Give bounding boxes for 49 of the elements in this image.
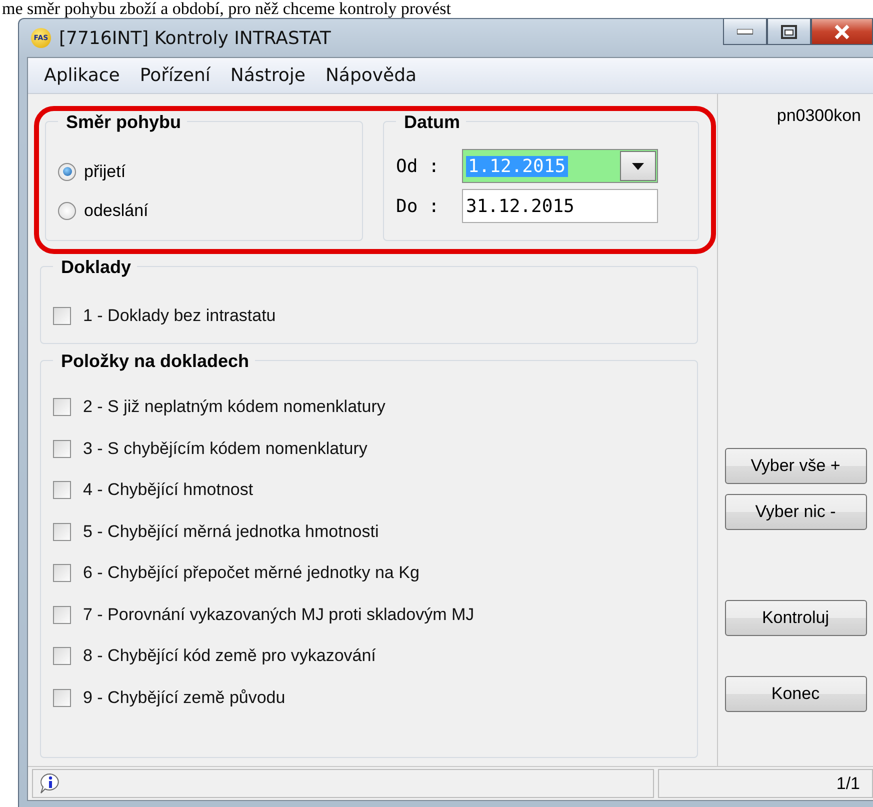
radio-option[interactable]: odeslání [58, 191, 352, 230]
maximize-button[interactable] [767, 19, 811, 45]
checkbox-row[interactable]: 5 - Chybějící měrná jednotka hmotnosti [53, 511, 687, 552]
checkbox-row[interactable]: 2 - S již neplatným kódem nomenklatury [53, 386, 687, 428]
info-icon [39, 772, 61, 794]
checkbox[interactable] [53, 564, 71, 582]
group-title: Položky na dokladech [53, 350, 256, 372]
caret-icon [632, 162, 644, 170]
maximize-icon [781, 24, 797, 38]
checkbox-row[interactable]: 9 - Chybějící země původu [53, 677, 687, 718]
radio-button[interactable] [58, 162, 76, 180]
checkbox[interactable] [53, 398, 71, 416]
to-label: Do : [396, 196, 440, 216]
radio-button[interactable] [58, 202, 76, 220]
caption-text: me směr pohybu zboží a období, pro něž chceme kontroly provést [1, 0, 452, 18]
window-title: [7716INT] Kontroly INTRASTAT [59, 28, 331, 48]
minimize-button[interactable] [723, 19, 767, 45]
checkbox-row[interactable]: 7 - Porovnání vykazovaných MJ proti skladovým MJ [53, 594, 687, 636]
checkbox-row[interactable]: 1 - Doklady bez intrastatu [53, 295, 687, 336]
checkbox-row[interactable]: 6 - Chybějící přepočet měrné jednotky na Kg [53, 552, 687, 594]
checkbox[interactable] [53, 306, 71, 325]
select-all-button[interactable]: Vyber vše + [724, 448, 866, 484]
page-counter: 1/1 [658, 769, 873, 798]
from-label: Od : [396, 156, 440, 176]
radio-option[interactable]: přijetí [58, 152, 352, 191]
menu-item[interactable]: Nástroje [220, 61, 316, 90]
checkbox[interactable] [53, 440, 71, 458]
checkbox[interactable] [53, 522, 71, 541]
menu-item[interactable]: Aplikace [34, 61, 130, 90]
dropdown-button[interactable] [620, 151, 656, 181]
close-icon [833, 24, 851, 40]
close-button[interactable] [811, 19, 873, 45]
form-code: pn0300kon [776, 106, 861, 126]
checkbox[interactable] [53, 481, 71, 500]
checkbox[interactable] [53, 647, 71, 666]
menu-item[interactable]: Pořízení [130, 61, 220, 90]
menu-item[interactable]: Nápověda [315, 61, 427, 90]
date-input[interactable]: 31.12.2015 [462, 189, 658, 223]
checkbox-row[interactable]: 8 - Chybějící kód země pro vykazování [53, 636, 687, 677]
group-title: Doklady [53, 257, 138, 278]
group-title: Směr pohybu [58, 112, 188, 133]
checkbox[interactable] [53, 688, 71, 707]
minimize-icon [737, 28, 753, 34]
close-form-button[interactable]: Konec [724, 676, 866, 712]
check-button[interactable]: Kontroluj [724, 600, 866, 636]
select-none-button[interactable]: Vyber nic - [724, 494, 866, 530]
checkbox-row[interactable]: 3 - S chybějícím kódem nomenklatury [53, 428, 687, 470]
checkbox[interactable] [53, 606, 71, 624]
checkbox-row[interactable]: 4 - Chybějící hmotnost [53, 470, 687, 511]
